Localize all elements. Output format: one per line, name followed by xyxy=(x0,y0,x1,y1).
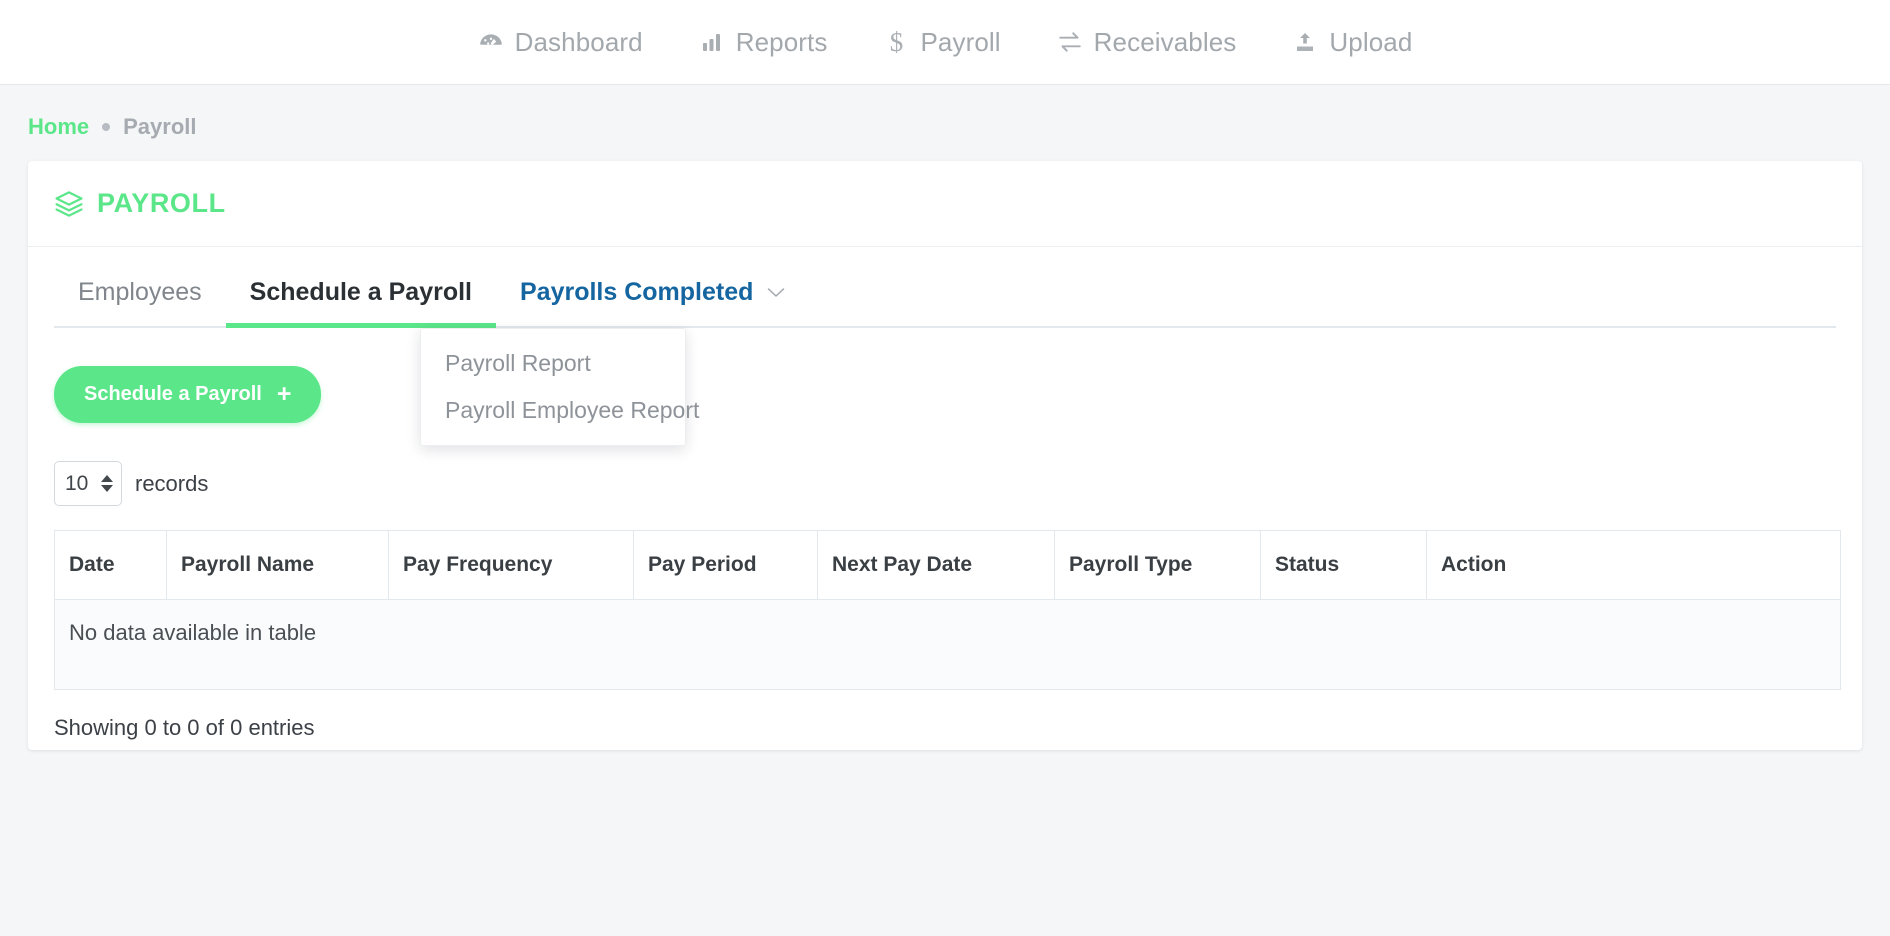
tab-label: Employees xyxy=(78,278,202,306)
nav-item-label: Upload xyxy=(1329,26,1413,57)
empty-table-message: No data available in table xyxy=(54,599,1841,690)
breadcrumb-current-page: Payroll xyxy=(123,114,197,139)
column-header-payroll-type[interactable]: Payroll Type xyxy=(1054,530,1261,600)
column-header-date[interactable]: Date xyxy=(54,530,167,600)
payrolls-completed-dropdown-menu: Payroll Report Payroll Employee Report xyxy=(420,328,699,446)
page-title-group: PAYROLL xyxy=(54,188,226,219)
nav-item-label: Dashboard xyxy=(514,26,643,57)
tab-payrolls-completed[interactable]: Payrolls Completed xyxy=(496,280,809,326)
payroll-card: PAYROLL Employees Schedule a Payroll Pay… xyxy=(28,161,1862,750)
schedule-button-label: Schedule a Payroll xyxy=(84,383,262,405)
nav-item-label: Reports xyxy=(735,26,828,57)
dropdown-item-payroll-report[interactable]: Payroll Report xyxy=(421,340,685,387)
table-header-row: Date Payroll Name Pay Frequency Pay Peri… xyxy=(54,530,1841,600)
column-header-pay-frequency[interactable]: Pay Frequency xyxy=(388,530,634,600)
table-head: Date Payroll Name Pay Frequency Pay Peri… xyxy=(54,530,1841,600)
records-value: 10 xyxy=(65,471,89,495)
nav-item-payroll[interactable]: $ Payroll xyxy=(855,27,1028,58)
exchange-arrows-icon xyxy=(1057,29,1083,55)
table-entries-summary: Showing 0 to 0 of 0 entries xyxy=(54,715,315,740)
breadcrumb-home-link[interactable]: Home xyxy=(28,114,89,140)
dropdown-item-payroll-employee-report[interactable]: Payroll Employee Report xyxy=(421,387,699,434)
dollar-icon: $ xyxy=(889,26,904,57)
breadcrumb: Home Payroll xyxy=(0,85,1890,140)
upload-icon xyxy=(1292,29,1318,55)
tab-label: Payrolls Completed xyxy=(520,278,754,306)
nav-item-receivables[interactable]: Receivables xyxy=(1029,27,1265,58)
column-header-payroll-name[interactable]: Payroll Name xyxy=(166,530,389,600)
tabs-container: Employees Schedule a Payroll Payrolls Co… xyxy=(28,247,1862,446)
column-header-next-pay-date[interactable]: Next Pay Date xyxy=(817,530,1055,600)
tab-schedule-a-payroll[interactable]: Schedule a Payroll xyxy=(225,278,497,328)
chevron-down-icon xyxy=(767,287,785,298)
column-header-pay-period[interactable]: Pay Period xyxy=(633,530,818,600)
nav-item-reports[interactable]: Reports xyxy=(671,27,856,58)
tab-list: Employees Schedule a Payroll Payrolls Co… xyxy=(54,247,1836,328)
nav-item-upload[interactable]: Upload xyxy=(1264,27,1440,58)
dashboard-icon xyxy=(478,29,504,55)
dropdown-item-label: Payroll Employee Report xyxy=(445,397,700,423)
records-quantity-stepper[interactable]: 10 xyxy=(54,461,122,506)
top-navigation-bar: Dashboard Reports $ Payroll Receivables xyxy=(0,0,1890,85)
records-label: records xyxy=(135,470,209,496)
page-title: PAYROLL xyxy=(97,188,226,218)
nav-item-dashboard[interactable]: Dashboard xyxy=(450,27,671,58)
table-row-empty: No data available in table xyxy=(54,599,1841,690)
breadcrumb-separator-dot xyxy=(102,123,111,131)
stepper-up-arrow-icon[interactable] xyxy=(101,475,113,482)
schedule-a-payroll-button[interactable]: Schedule a Payroll + xyxy=(54,366,322,423)
bar-chart-icon xyxy=(699,29,725,55)
plus-icon: + xyxy=(276,380,292,408)
payroll-table-container: Date Payroll Name Pay Frequency Pay Peri… xyxy=(54,530,1841,741)
records-per-page-row: 10 records xyxy=(54,461,1836,506)
stepper-down-arrow-icon[interactable] xyxy=(101,485,113,492)
tab-employees[interactable]: Employees xyxy=(54,280,226,326)
layers-icon xyxy=(54,189,84,219)
stepper-arrows-icon[interactable] xyxy=(101,475,113,492)
card-header: PAYROLL xyxy=(28,161,1862,247)
table-body: No data available in table xyxy=(54,599,1841,690)
nav-item-label: Receivables xyxy=(1093,26,1237,57)
payroll-table: Date Payroll Name Pay Frequency Pay Peri… xyxy=(54,530,1841,690)
column-header-status[interactable]: Status xyxy=(1260,530,1427,600)
column-header-action: Action xyxy=(1426,530,1841,600)
nav-item-label: Payroll xyxy=(920,26,1001,57)
dropdown-item-label: Payroll Report xyxy=(445,350,591,376)
tab-label: Schedule a Payroll xyxy=(249,278,472,306)
card-body: Schedule a Payroll + 10 records Date Pay… xyxy=(28,328,1862,741)
